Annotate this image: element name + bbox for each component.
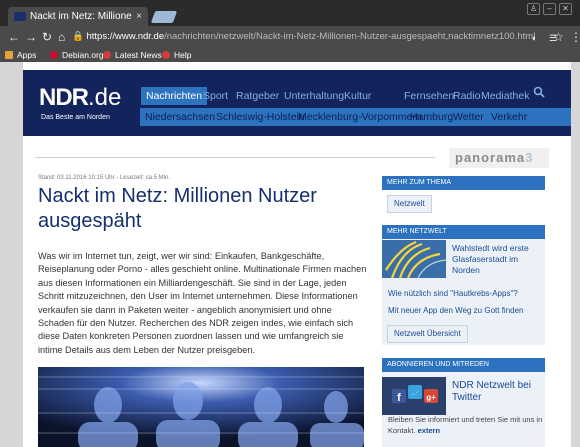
address-bar[interactable]: 🔒 https://www.ndr.de/nachrichten/netzwel… (72, 28, 550, 46)
netzwelt-overview-button[interactable]: Netzwelt Übersicht (387, 325, 468, 343)
svg-text:f: f (397, 392, 401, 404)
nav-fernsehen[interactable]: Fernsehen (404, 90, 454, 102)
social-text: Bleiben Sie informiert und treten Sie mi… (388, 415, 543, 435)
article-headline: Nackt im Netz: Millionen Nutzer ausgespä… (38, 185, 317, 232)
bookmark-latest-news[interactable]: Latest News (103, 49, 162, 61)
bookmark-debian[interactable]: Debian.org (50, 49, 104, 61)
url-scheme: https:// (86, 31, 115, 42)
help-icon (162, 51, 170, 59)
menu-icon[interactable]: ⋮ (570, 30, 580, 44)
lock-icon: 🔒 (72, 31, 84, 42)
tagline: Das Beste am Norden (41, 114, 110, 121)
url-host: www.ndr.de (115, 31, 165, 42)
sidebar-heading-theme: MEHR ZUM THEMA (382, 176, 545, 190)
article-body: Was wir im Internet tun, zeigt, wer wir … (38, 251, 367, 355)
debian-icon (50, 51, 58, 59)
search-icon[interactable] (533, 86, 545, 98)
news-icon (103, 51, 111, 59)
ndr-logo[interactable]: NDR.de (39, 84, 121, 112)
nav-kultur[interactable]: Kultur (344, 90, 371, 102)
browser-toolbar: ← → ↻ ⌂ 🔒 https://www.ndr.de/nachrichten… (0, 26, 580, 48)
nav-ratgeber[interactable]: Ratgeber (236, 90, 279, 102)
forward-arrow-icon[interactable]: → (25, 30, 37, 44)
extern-link[interactable]: extern (418, 426, 441, 435)
nav-unterhaltung[interactable]: Unterhaltung (284, 90, 344, 102)
divider (35, 157, 435, 158)
bookmark-apps[interactable]: Apps (5, 49, 36, 61)
back-arrow-icon[interactable]: ← (8, 30, 20, 44)
bookmark-star-icon[interactable]: ☆ (553, 30, 564, 44)
apps-grid-icon (5, 51, 13, 59)
social-media-image[interactable]: f g+ (382, 377, 446, 415)
close-window-button[interactable]: ✕ (559, 3, 572, 15)
sidebar-heading-net: MEHR NETZWELT (382, 225, 545, 239)
subnav-verkehr[interactable]: Verkehr (491, 111, 527, 123)
user-icon[interactable]: ♙ (527, 3, 540, 15)
ndr-favicon-icon (14, 12, 26, 21)
link-app-gott[interactable]: Mit neuer App den Weg zu Gott finden (388, 306, 524, 315)
tab-title: Nackt im Netz: Millione (30, 11, 132, 22)
new-tab-button[interactable] (150, 11, 178, 23)
browser-tab-bar: Nackt im Netz: Millione × ♙ – ✕ (0, 0, 580, 26)
bookmarks-bar: Apps Debian.org Latest News Help (0, 48, 580, 62)
netzwelt-tag[interactable]: Netzwelt (387, 195, 432, 213)
teaser-thumbnail[interactable] (382, 240, 446, 278)
minimize-button[interactable]: – (543, 3, 556, 15)
nav-sport[interactable]: Sport (203, 90, 228, 102)
reload-icon[interactable]: ↻ (42, 30, 52, 44)
bookmark-help[interactable]: Help (162, 49, 191, 61)
extension-icon[interactable]: ◐ (532, 31, 537, 45)
url-path: /nachrichten/netzwelt/Nackt-im-Netz-Mill… (164, 31, 536, 42)
hero-illustration (38, 367, 364, 447)
article-meta: Stand: 03.11.2016 10:15 Uhr - Lesezeit: … (38, 175, 170, 181)
subnav-wetter[interactable]: Wetter (453, 111, 484, 123)
nav-mediathek[interactable]: Mediathek (481, 90, 529, 102)
panorama-logo[interactable]: panorama3 (449, 148, 549, 168)
page-content: NDR.de Das Beste am Norden Nachrichten S… (23, 62, 571, 447)
svg-text:g+: g+ (426, 393, 436, 402)
subnav-schleswig-holstein[interactable]: Schleswig-Holstein (216, 111, 305, 123)
browser-tab[interactable]: Nackt im Netz: Millione × (8, 7, 148, 26)
sidebar-heading-subscribe: ABONNIEREN UND MITREDEN (382, 358, 545, 372)
social-title[interactable]: NDR Netzwelt bei Twitter (452, 380, 542, 404)
link-hautkrebs-apps[interactable]: Wie nützlich sind "Hautkrebs-Apps"? (388, 289, 518, 298)
subnav-hamburg[interactable]: Hamburg (410, 111, 453, 123)
home-icon[interactable]: ⌂ (58, 30, 65, 44)
subnav-niedersachsen[interactable]: Niedersachsen (145, 111, 215, 123)
site-header: NDR.de Das Beste am Norden Nachrichten S… (23, 70, 571, 136)
web-page: NDR.de Das Beste am Norden Nachrichten S… (0, 62, 580, 447)
close-tab-icon[interactable]: × (136, 7, 142, 26)
article-hero-image (38, 367, 364, 447)
nav-radio[interactable]: Radio (453, 90, 480, 102)
teaser-title[interactable]: Wahlstedt wird erste Glasfaserstadt im N… (452, 243, 542, 276)
nav-nachrichten[interactable]: Nachrichten (141, 87, 208, 105)
subnav-mecklenburg-vorpommern[interactable]: Mecklenburg-Vorpommern (298, 111, 422, 123)
